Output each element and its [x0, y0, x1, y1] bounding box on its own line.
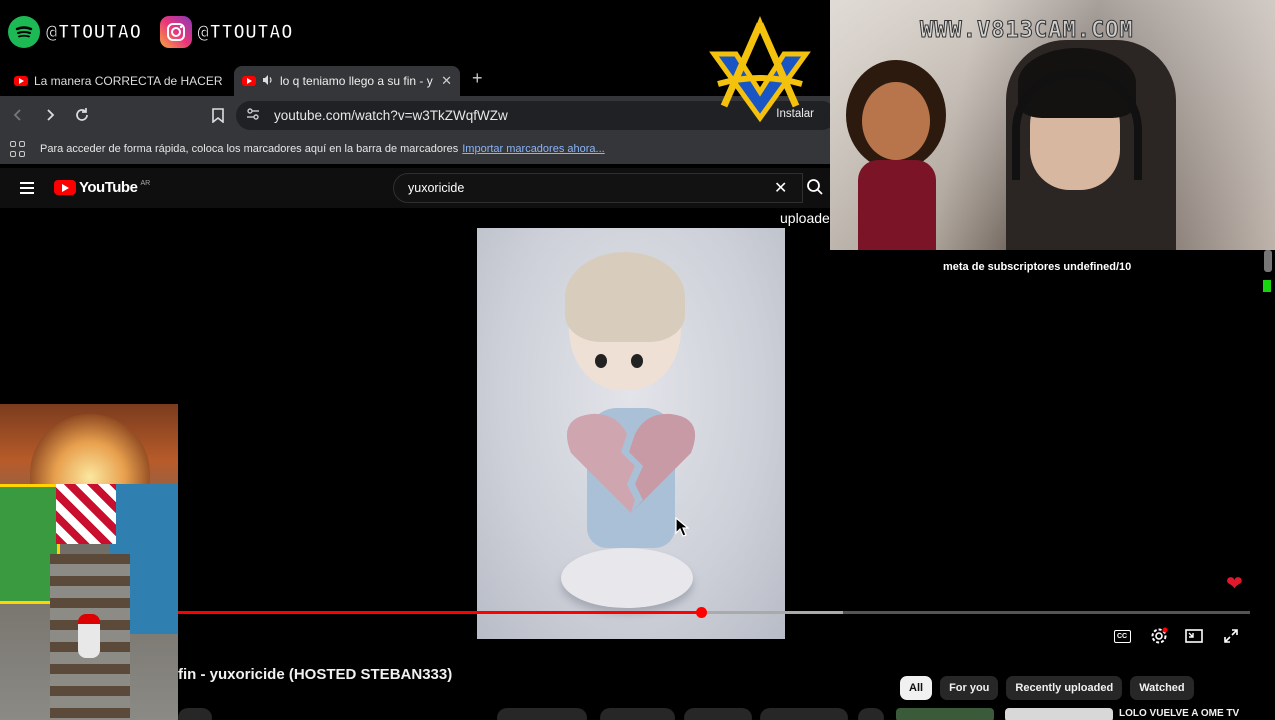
- youtube-logo-text: YouTube: [79, 179, 138, 196]
- green-indicator: [1263, 280, 1271, 292]
- runner-character: [78, 614, 100, 658]
- progress-played: [178, 611, 702, 614]
- youtube-favicon-icon: [14, 76, 28, 86]
- browser-tab[interactable]: La manera CORRECTA de HACER un I: [6, 66, 226, 96]
- subtitles-button[interactable]: CC: [1112, 626, 1132, 646]
- side-label: uploade: [780, 210, 830, 226]
- fullscreen-button[interactable]: [1221, 626, 1241, 646]
- instagram-handle-text: @TTOUTAO: [197, 21, 294, 44]
- settings-button[interactable]: [1149, 626, 1169, 646]
- instagram-handle: @TTOUTAO: [159, 16, 294, 48]
- chip-recently-uploaded[interactable]: Recently uploaded: [1006, 676, 1123, 700]
- more-button[interactable]: [858, 708, 884, 720]
- youtube-logo[interactable]: YouTube AR: [54, 179, 150, 196]
- gear-icon: [1151, 627, 1168, 644]
- filter-chips: All For you Recently uploaded Watched: [900, 676, 1194, 700]
- instagram-icon: [159, 16, 192, 48]
- cartoon-shirt: [858, 160, 936, 250]
- tab-title: La manera CORRECTA de HACER un I: [34, 74, 226, 88]
- cc-icon: CC: [1113, 629, 1131, 643]
- figurine-hair: [565, 252, 685, 342]
- video-title: fin - yuxoricide (HOSTED STEBAN333): [178, 666, 453, 683]
- chip-watched[interactable]: Watched: [1130, 676, 1194, 700]
- forward-button[interactable]: [36, 101, 64, 129]
- back-button[interactable]: [4, 101, 32, 129]
- miniplayer-icon: [1185, 629, 1203, 643]
- region-code: AR: [140, 180, 151, 187]
- scrollbar[interactable]: [1264, 250, 1272, 272]
- new-tab-button[interactable]: +: [472, 68, 483, 89]
- youtube-play-icon: [54, 180, 76, 195]
- broken-heart-figure: [566, 413, 696, 513]
- import-bookmarks-link[interactable]: Importar marcadores ahora...: [462, 143, 604, 155]
- youtube-header: YouTube AR yuxoricide ✕: [0, 168, 830, 208]
- menu-icon[interactable]: [20, 182, 34, 197]
- mouse-cursor-icon: [675, 516, 690, 542]
- browser-tab-active[interactable]: lo q teniamo llego a su fin - y ✕: [234, 66, 460, 96]
- search-query: yuxoricide: [408, 181, 465, 195]
- reload-button[interactable]: [68, 101, 96, 129]
- cartoon-figure: [840, 60, 950, 250]
- bookmarks-prompt: Para acceder de forma rápida, coloca los…: [40, 143, 459, 155]
- spotify-handle-text: @TTOUTAO: [46, 21, 142, 44]
- chip-for-you[interactable]: For you: [940, 676, 999, 700]
- bookmarks-bar: Para acceder de forma rápida, coloca los…: [0, 134, 830, 164]
- apps-grid-icon[interactable]: [10, 141, 26, 157]
- social-overlay: @TTOUTAO @TTOUTAO: [8, 14, 293, 50]
- video-frame[interactable]: [477, 228, 785, 639]
- miniplayer-button[interactable]: [1184, 626, 1204, 646]
- figurine-eye: [595, 354, 607, 368]
- spotify-handle: @TTOUTAO: [8, 16, 142, 48]
- channel-avatar[interactable]: [178, 708, 212, 720]
- channel-logo: [704, 14, 816, 124]
- figurine-eye: [631, 354, 643, 368]
- spotify-icon: [8, 16, 40, 48]
- bookmark-icon[interactable]: [204, 101, 232, 129]
- youtube-favicon-icon: [242, 76, 256, 86]
- clear-search-icon[interactable]: ✕: [774, 178, 787, 198]
- watermark-text: WWW.V813CAM.COM: [920, 18, 1134, 44]
- like-button[interactable]: [497, 708, 587, 720]
- fullscreen-icon: [1224, 629, 1238, 643]
- recommended-title[interactable]: LOLO VUELVE A OME TV: [1119, 708, 1239, 719]
- chip-all[interactable]: All: [900, 676, 933, 700]
- recommended-thumbnail[interactable]: [1005, 708, 1113, 720]
- tab-title: lo q teniamo llego a su fin - y: [280, 74, 433, 88]
- recommended-thumbnail[interactable]: [896, 708, 994, 720]
- url-text: youtube.com/watch?v=w3TkZWqfWZw: [274, 108, 508, 123]
- search-input[interactable]: yuxoricide: [393, 173, 803, 203]
- barrier: [56, 484, 116, 544]
- heart-icon: ❤: [1226, 573, 1243, 595]
- share-button[interactable]: [600, 708, 675, 720]
- gameplay-overlay: [0, 404, 178, 720]
- save-button[interactable]: [684, 708, 752, 720]
- cartoon-face: [862, 82, 930, 160]
- download-button[interactable]: [760, 708, 848, 720]
- headset-icon: [1012, 70, 1142, 180]
- speaker-icon[interactable]: [262, 74, 274, 89]
- figurine-base: [561, 548, 693, 608]
- subscriber-goal: meta de subscriptores undefined/10: [943, 261, 1132, 273]
- search-icon[interactable]: [806, 178, 830, 198]
- site-info-icon[interactable]: [246, 108, 260, 123]
- close-tab-icon[interactable]: ✕: [441, 73, 452, 89]
